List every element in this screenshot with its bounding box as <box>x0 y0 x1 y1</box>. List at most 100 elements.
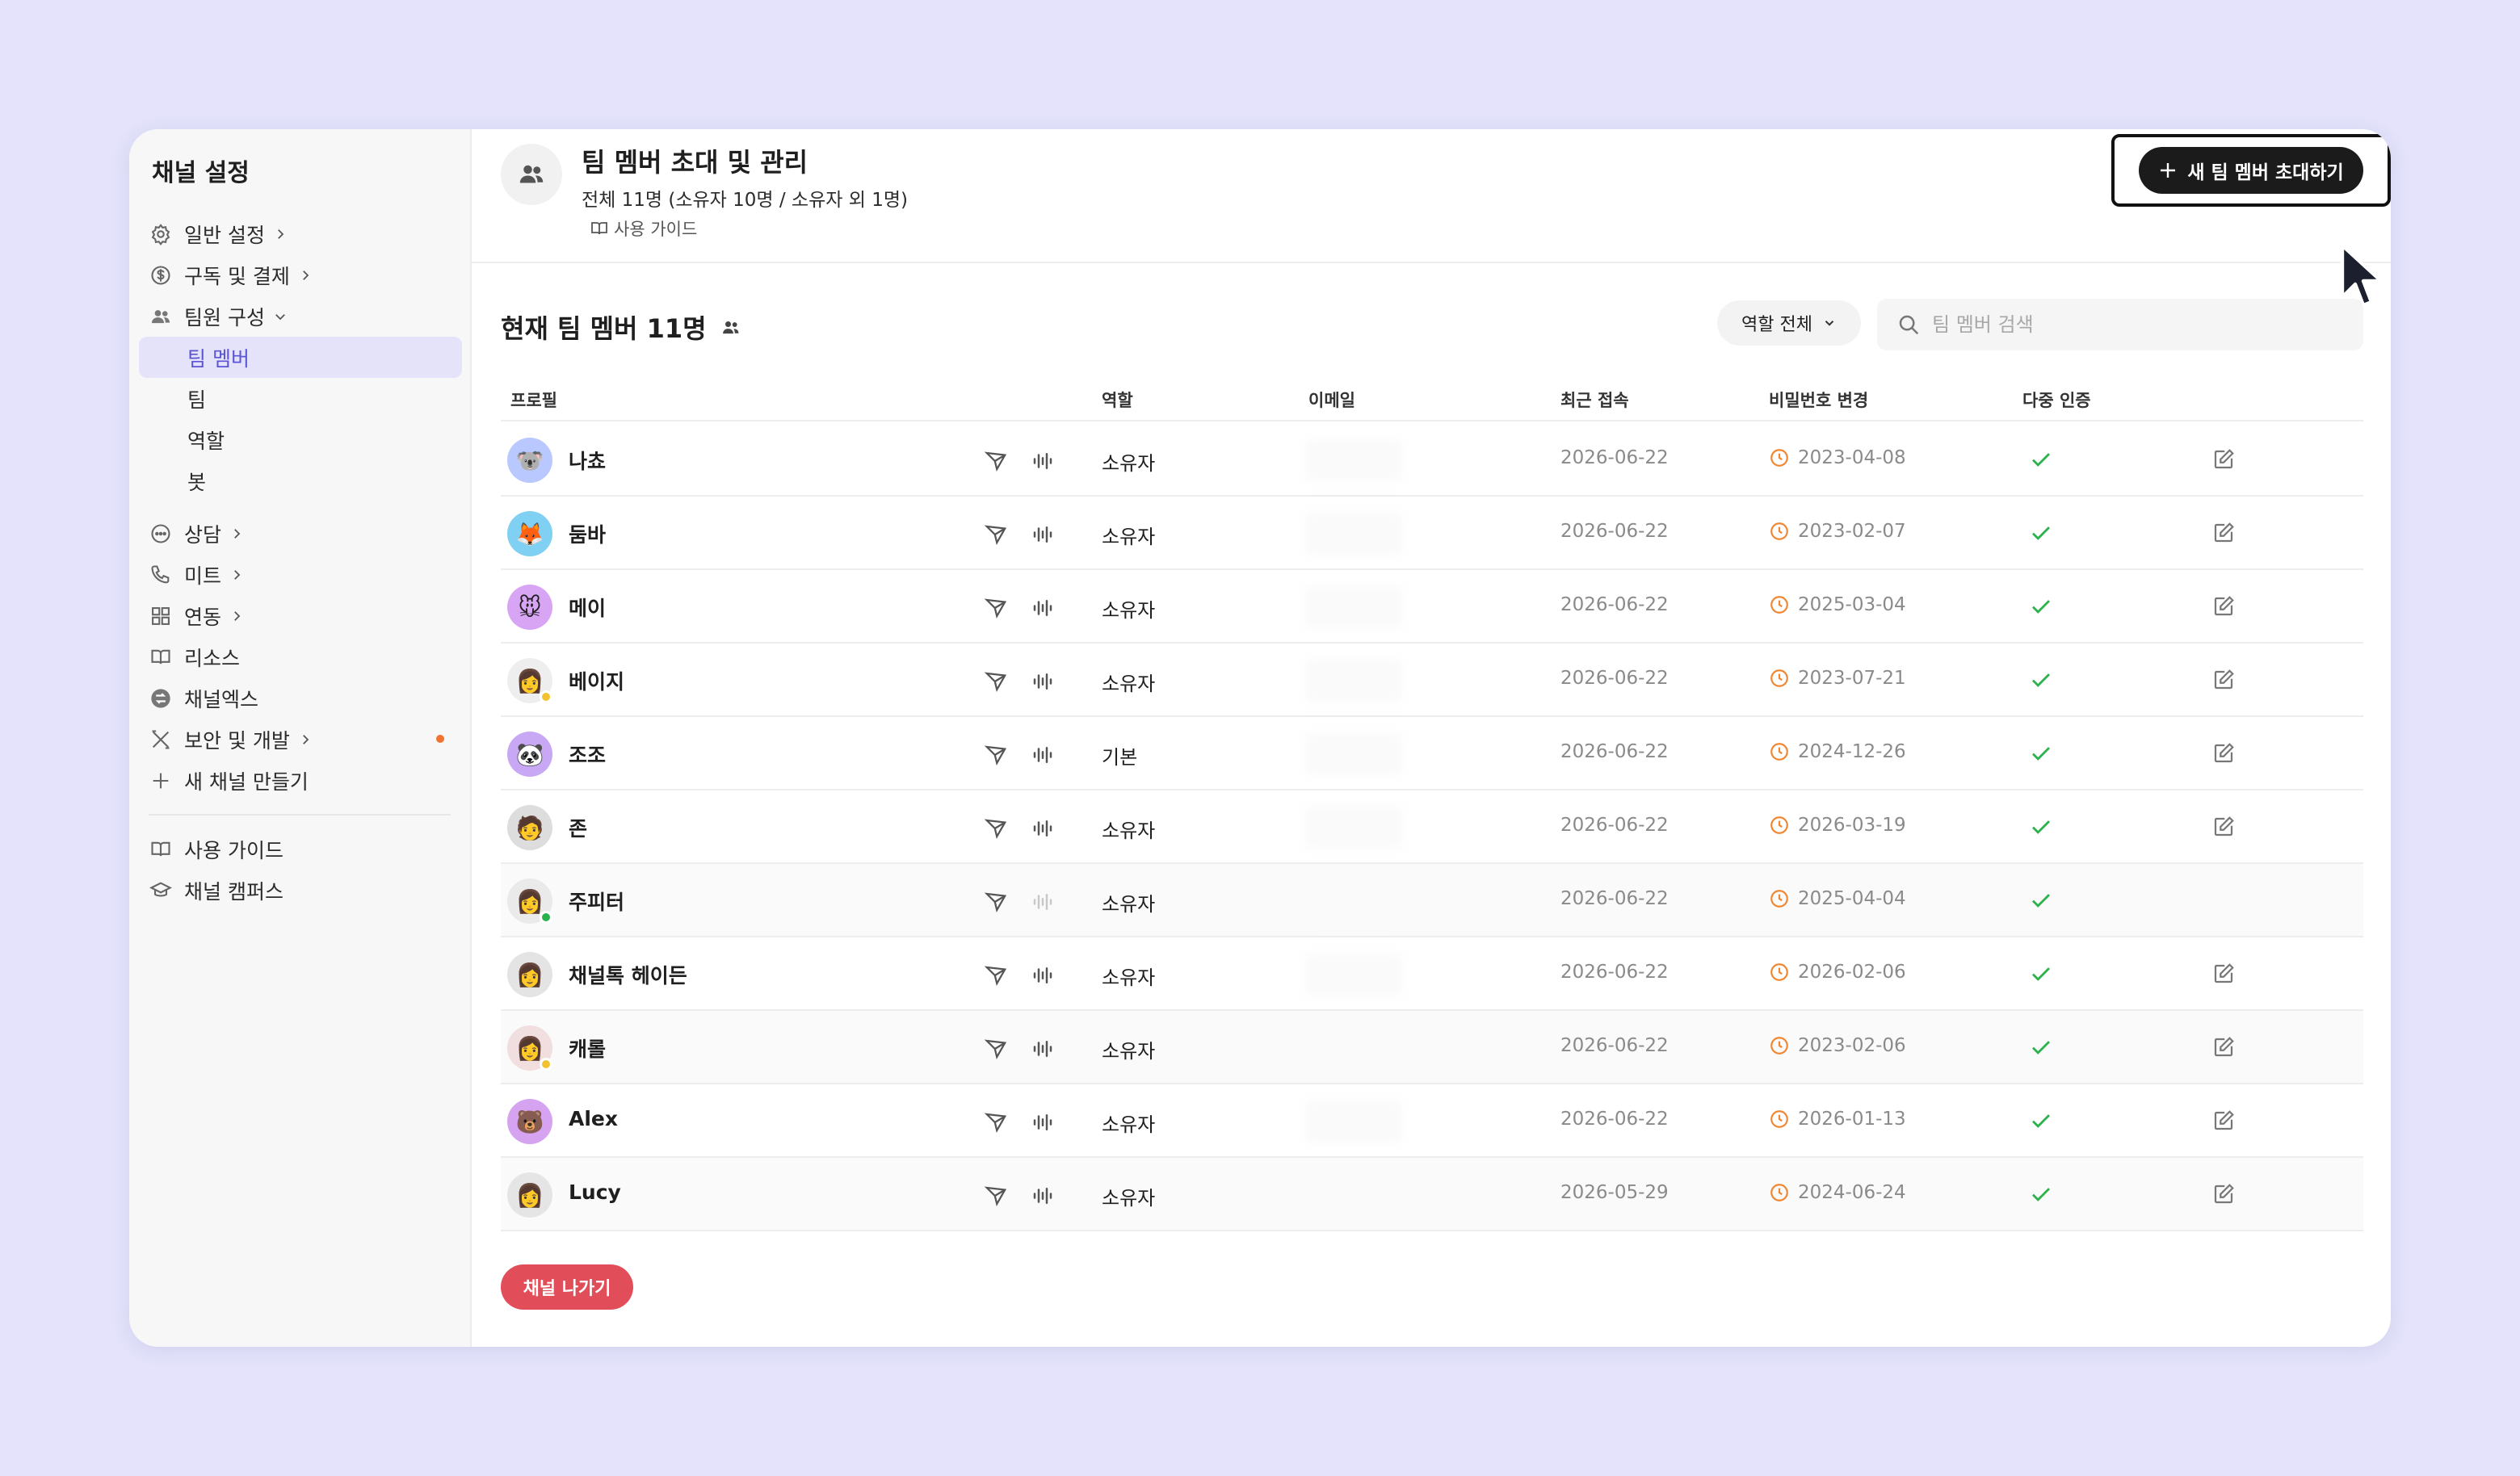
send-icon[interactable] <box>984 449 1008 473</box>
phone-icon <box>149 563 173 587</box>
sidebar-item-6[interactable]: 리소스 <box>139 636 460 677</box>
section-title-label: 현재 팀 멤버 11명 <box>501 313 707 344</box>
table-row[interactable]: 👩 주피터 소유자 2026-06-22 2025-04-04 <box>501 864 2363 937</box>
send-icon[interactable] <box>984 522 1008 547</box>
edit-icon[interactable] <box>2211 668 2236 692</box>
member-name[interactable]: 둠바 <box>569 519 606 548</box>
sidebar-subitem-3[interactable]: 봇 <box>139 460 460 501</box>
send-icon[interactable] <box>984 963 1008 987</box>
last-access: 2026-06-22 <box>1560 668 1669 689</box>
invite-member-button[interactable]: 새 팀 멤버 초대하기 <box>2139 147 2363 194</box>
member-name[interactable]: 나쵸 <box>569 446 606 475</box>
password-change-date: 2026-02-06 <box>1798 962 1906 983</box>
sidebar-item-label: 채널엑스 <box>184 687 259 711</box>
main-panel: 팀 멤버 초대 및 관리 전체 11명 (소유자 10명 / 소유자 외 1명)… <box>472 129 2391 1347</box>
member-name[interactable]: 캐롤 <box>569 1034 606 1063</box>
check-icon <box>2029 668 2053 692</box>
sidebar-subitem-0[interactable]: 팀 멤버 <box>139 337 462 378</box>
usage-guide-label: 사용 가이드 <box>614 220 698 239</box>
member-name[interactable]: Alex <box>569 1107 618 1130</box>
voice-icon[interactable] <box>1031 1184 1055 1208</box>
edit-icon[interactable] <box>2211 741 2236 765</box>
voice-icon[interactable] <box>1031 743 1055 767</box>
avatar: 🐨 <box>507 438 552 483</box>
voice-icon[interactable] <box>1031 890 1055 914</box>
table-row[interactable]: 🐭 메이 소유자 2026-06-22 2025-03-04 <box>501 570 2363 644</box>
sidebar-item-7[interactable]: 채널엑스 <box>139 677 460 719</box>
sidebar-bottom-item-0[interactable]: 사용 가이드 <box>139 828 460 870</box>
table-row[interactable]: 👩 Lucy 소유자 2026-05-29 2024-06-24 <box>501 1158 2363 1231</box>
sidebar-item-9[interactable]: 새 채널 만들기 <box>139 760 460 801</box>
send-icon[interactable] <box>984 1110 1008 1134</box>
send-icon[interactable] <box>984 816 1008 841</box>
edit-icon[interactable] <box>2211 447 2236 472</box>
chevron-right-icon <box>234 569 241 580</box>
sidebar-bottom-item-1[interactable]: 채널 캠퍼스 <box>139 870 460 911</box>
member-name[interactable]: 존 <box>569 813 587 842</box>
email-blurred <box>1305 1027 1402 1069</box>
send-icon[interactable] <box>984 596 1008 620</box>
sidebar-item-8[interactable]: 보안 및 개발 <box>139 719 460 760</box>
table-row[interactable]: 👩 베이지 소유자 2026-06-22 2023-07-21 <box>501 644 2363 717</box>
leave-channel-button[interactable]: 채널 나가기 <box>501 1264 633 1310</box>
send-icon[interactable] <box>984 669 1008 694</box>
voice-icon[interactable] <box>1031 596 1055 620</box>
sidebar-item-2[interactable]: 팀원 구성 <box>139 296 460 337</box>
voice-icon[interactable] <box>1031 1037 1055 1061</box>
voice-icon[interactable] <box>1031 1110 1055 1134</box>
member-name[interactable]: 조조 <box>569 740 606 769</box>
edit-icon[interactable] <box>2211 1035 2236 1059</box>
search-icon <box>1899 315 1919 335</box>
member-name[interactable]: 메이 <box>569 593 606 622</box>
sidebar-item-1[interactable]: 구독 및 결제 <box>139 254 460 296</box>
search-input[interactable] <box>1932 313 2336 336</box>
edit-icon[interactable] <box>2211 1109 2236 1133</box>
send-icon[interactable] <box>984 743 1008 767</box>
invite-button-highlight: 새 팀 멤버 초대하기 <box>2111 134 2391 207</box>
sidebar-item-0[interactable]: 일반 설정 <box>139 213 460 254</box>
send-icon[interactable] <box>984 1037 1008 1061</box>
table-row[interactable]: 🐨 나쵸 소유자 2026-06-22 2023-04-08 <box>501 423 2363 497</box>
channelx-icon <box>149 686 173 711</box>
table-row[interactable]: 🐼 조조 기본 2026-06-22 2024-12-26 <box>501 717 2363 790</box>
member-name[interactable]: Lucy <box>569 1180 621 1204</box>
sidebar-item-5[interactable]: 연동 <box>139 595 460 636</box>
voice-icon[interactable] <box>1031 669 1055 694</box>
last-access: 2026-06-22 <box>1560 815 1669 836</box>
role-filter-dropdown[interactable]: 역할 전체 <box>1717 300 1861 346</box>
sidebar-item-4[interactable]: 미트 <box>139 554 460 595</box>
table-row[interactable]: 🐻 Alex 소유자 2026-06-22 2026-01-13 <box>501 1084 2363 1158</box>
member-search[interactable] <box>1877 299 2363 350</box>
clock-icon <box>1769 1182 1790 1203</box>
member-role: 소유자 <box>1102 820 1156 842</box>
edit-icon[interactable] <box>2211 962 2236 986</box>
voice-icon[interactable] <box>1031 816 1055 841</box>
member-role: 소유자 <box>1102 1040 1156 1063</box>
usage-guide-link[interactable]: 사용 가이드 <box>590 216 697 241</box>
table-row[interactable]: 👩 캐롤 소유자 2026-06-22 2023-02-06 <box>501 1011 2363 1084</box>
send-icon[interactable] <box>984 1184 1008 1208</box>
sidebar-item-3[interactable]: 상담 <box>139 513 460 554</box>
role-filter-label: 역할 전체 <box>1741 315 1812 335</box>
check-icon <box>2029 447 2053 472</box>
table-row[interactable]: 👩 채널톡 헤이든 소유자 2026-06-22 2026-02-06 <box>501 937 2363 1011</box>
voice-icon[interactable] <box>1031 963 1055 987</box>
table-row[interactable]: 🦊 둠바 소유자 2026-06-22 2023-02-07 <box>501 497 2363 570</box>
send-icon[interactable] <box>984 890 1008 914</box>
edit-icon[interactable] <box>2211 594 2236 618</box>
sidebar-subitem-1[interactable]: 팀 <box>139 378 460 419</box>
edit-icon[interactable] <box>2211 1182 2236 1206</box>
sidebar-item-label: 일반 설정 <box>184 223 265 247</box>
check-icon <box>2029 815 2053 839</box>
sidebar-subitem-2[interactable]: 역할 <box>139 419 460 460</box>
table-row[interactable]: 🧑 존 소유자 2026-06-22 2026-03-19 <box>501 790 2363 864</box>
avatar: 👩 <box>507 1172 552 1218</box>
edit-icon[interactable] <box>2211 521 2236 545</box>
password-change: 2023-04-08 <box>1769 447 1906 468</box>
member-name[interactable]: 주피터 <box>569 887 624 916</box>
edit-icon[interactable] <box>2211 815 2236 839</box>
member-name[interactable]: 베이지 <box>569 666 624 695</box>
voice-icon[interactable] <box>1031 522 1055 547</box>
member-name[interactable]: 채널톡 헤이든 <box>569 960 687 989</box>
voice-icon[interactable] <box>1031 449 1055 473</box>
